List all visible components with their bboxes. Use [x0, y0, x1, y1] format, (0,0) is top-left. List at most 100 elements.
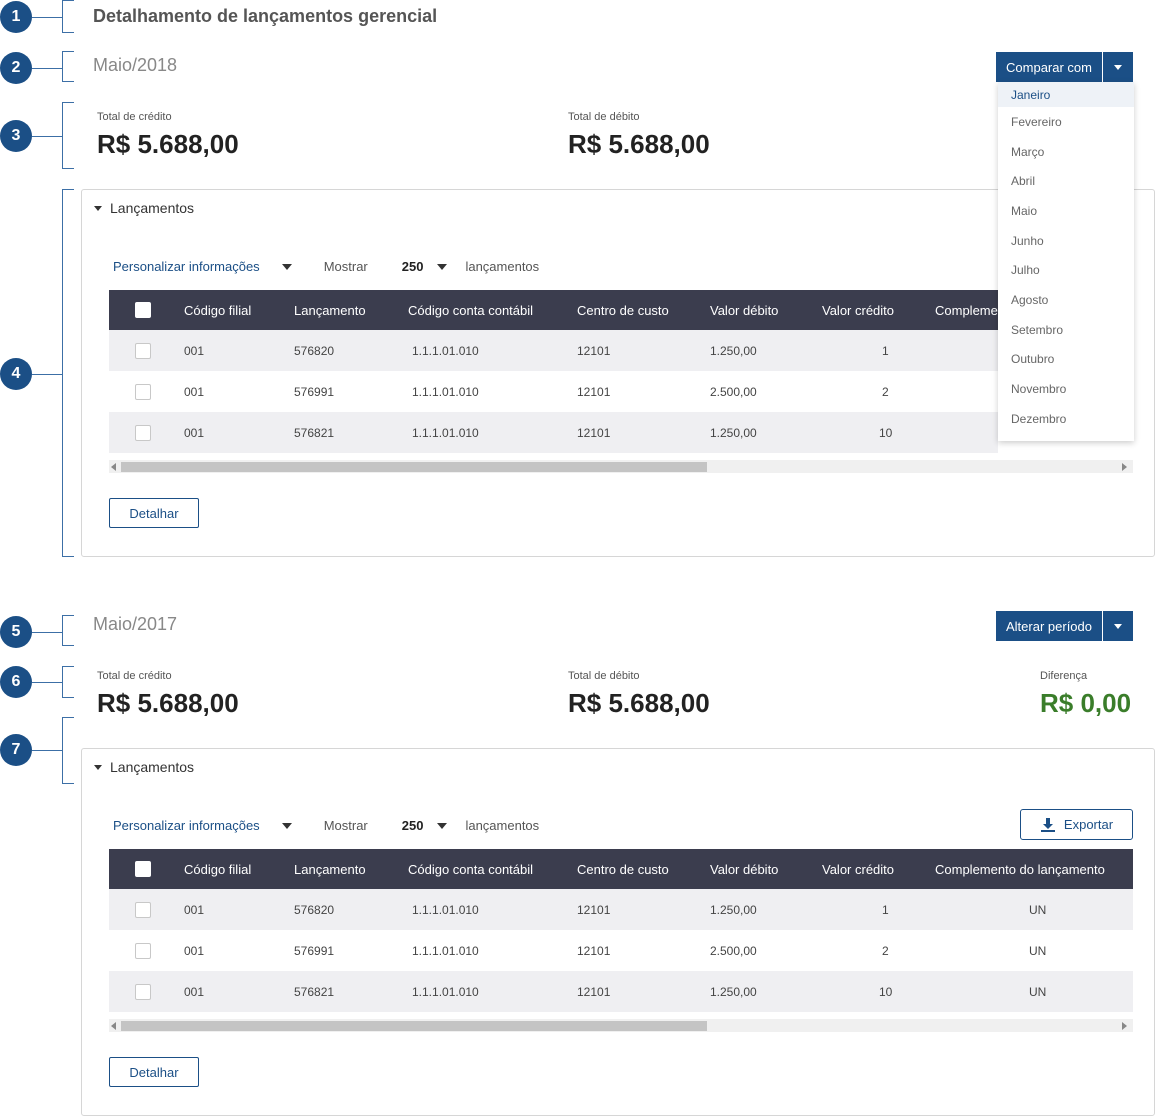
bracket-3: [62, 102, 74, 169]
horizontal-scrollbar-b[interactable]: [109, 1019, 1133, 1032]
export-button[interactable]: Exportar: [1020, 809, 1133, 840]
bracket-6: [62, 666, 74, 698]
change-period-button[interactable]: Alterar período: [996, 611, 1133, 641]
compare-with-label[interactable]: Comparar com: [996, 52, 1103, 82]
page-size-dropdown-icon[interactable]: [437, 822, 448, 829]
row-checkbox[interactable]: [135, 930, 151, 971]
period-dropdown-toggle[interactable]: [1103, 611, 1133, 641]
customize-dropdown-icon[interactable]: [281, 263, 292, 270]
difference-label: Diferença: [1040, 670, 1088, 682]
row-checkbox[interactable]: [135, 412, 151, 453]
entries-panel-a: Lançamentos Personalizar informações Mos…: [81, 189, 1155, 557]
month-option-junho[interactable]: Junho: [998, 226, 1134, 256]
show-label: Mostrar: [323, 818, 368, 833]
panel-header-b[interactable]: Lançamentos: [94, 759, 194, 775]
credit-label-b: Total de crédito: [97, 670, 172, 682]
table-row[interactable]: 001 576821 1.1.1.01.010 12101 1.250,00 1…: [109, 412, 998, 453]
bracket-line-2: [32, 68, 62, 69]
cell-conta: 1.1.1.01.010: [412, 902, 479, 917]
cell-complemento: UN: [1029, 943, 1047, 958]
month-option-agosto[interactable]: Agosto: [998, 285, 1134, 315]
col-complemento[interactable]: Compleme: [935, 290, 998, 330]
row-checkbox[interactable]: [135, 971, 151, 1012]
detail-button-b[interactable]: Detalhar: [109, 1057, 199, 1087]
month-option-marco[interactable]: Março: [998, 137, 1134, 167]
table-header: Código filial Lançamento Código conta co…: [109, 849, 1133, 889]
cell-debito: 1.250,00: [710, 343, 757, 358]
col-valor-credito[interactable]: Valor crédito: [822, 849, 894, 889]
table-row[interactable]: 001 576820 1.1.1.01.010 12101 1.250,00 1…: [109, 889, 1133, 930]
table-row[interactable]: 001 576820 1.1.1.01.010 12101 1.250,00 1: [109, 330, 998, 371]
cell-conta: 1.1.1.01.010: [412, 943, 479, 958]
horizontal-scrollbar-a[interactable]: [109, 460, 1133, 473]
customize-dropdown-icon[interactable]: [281, 822, 292, 829]
cell-filial: 001: [184, 902, 205, 917]
month-option-dezembro[interactable]: Dezembro: [998, 404, 1134, 434]
col-valor-credito[interactable]: Valor crédito: [822, 290, 894, 330]
download-icon: [1040, 817, 1055, 832]
scroll-right-icon[interactable]: [1122, 463, 1127, 471]
col-lancamento[interactable]: Lançamento: [294, 290, 366, 330]
scroll-left-icon[interactable]: [111, 463, 116, 471]
scroll-thumb[interactable]: [121, 1021, 707, 1031]
table-row[interactable]: 001 576821 1.1.1.01.010 12101 1.250,00 1…: [109, 971, 1133, 1012]
change-period-label[interactable]: Alterar período: [996, 611, 1103, 641]
page-size-select[interactable]: 250: [402, 259, 424, 274]
customize-info-link[interactable]: Personalizar informações: [113, 259, 260, 274]
detail-button-a[interactable]: Detalhar: [109, 498, 199, 528]
select-all-checkbox[interactable]: [135, 290, 151, 330]
month-option-fevereiro[interactable]: Fevereiro: [998, 107, 1134, 137]
col-lancamento[interactable]: Lançamento: [294, 849, 366, 889]
bracket-line-3: [32, 136, 62, 137]
debit-value-a: R$ 5.688,00: [568, 129, 710, 159]
col-centro-custo[interactable]: Centro de custo: [577, 290, 669, 330]
customize-info-link[interactable]: Personalizar informações: [113, 818, 260, 833]
month-dropdown: Janeiro Fevereiro Março Abril Maio Junho…: [998, 82, 1134, 441]
debit-value-b: R$ 5.688,00: [568, 688, 710, 718]
scroll-thumb[interactable]: [121, 462, 707, 472]
cell-filial: 001: [184, 343, 205, 358]
col-conta-contabil[interactable]: Código conta contábil: [408, 849, 533, 889]
month-option-janeiro[interactable]: Janeiro: [998, 82, 1134, 107]
month-option-outubro[interactable]: Outubro: [998, 345, 1134, 375]
row-checkbox[interactable]: [135, 330, 151, 371]
scroll-right-icon[interactable]: [1122, 1022, 1127, 1030]
bracket-line-7: [32, 750, 62, 751]
row-checkbox[interactable]: [135, 371, 151, 412]
cell-centro: 12101: [577, 984, 611, 999]
col-conta-contabil[interactable]: Código conta contábil: [408, 290, 533, 330]
col-codigo-filial[interactable]: Código filial: [184, 849, 251, 889]
caret-down-icon: [94, 205, 102, 211]
col-complemento[interactable]: Complemento do lançamento: [935, 849, 1105, 889]
col-codigo-filial[interactable]: Código filial: [184, 290, 251, 330]
entries-table-b: Código filial Lançamento Código conta co…: [109, 849, 1133, 1012]
page-size-select[interactable]: 250: [402, 818, 424, 833]
table-row[interactable]: 001 576991 1.1.1.01.010 12101 2.500,00 2…: [109, 930, 1133, 971]
col-valor-debito[interactable]: Valor débito: [710, 290, 778, 330]
month-option-maio[interactable]: Maio: [998, 196, 1134, 226]
panel-header-a[interactable]: Lançamentos: [94, 200, 194, 216]
table-row[interactable]: 001 576991 1.1.1.01.010 12101 2.500,00 2: [109, 371, 998, 412]
cell-lancamento: 576821: [294, 425, 335, 440]
scroll-left-icon[interactable]: [111, 1022, 116, 1030]
select-all-checkbox[interactable]: [135, 849, 151, 889]
show-label: Mostrar: [323, 259, 368, 274]
compare-with-button[interactable]: Comparar com: [996, 52, 1133, 82]
cell-filial: 001: [184, 943, 205, 958]
cell-conta: 1.1.1.01.010: [412, 984, 479, 999]
row-checkbox[interactable]: [135, 889, 151, 930]
cell-credito: 10: [879, 425, 893, 440]
col-valor-debito[interactable]: Valor débito: [710, 849, 778, 889]
show-suffix: lançamentos: [465, 259, 540, 274]
month-option-julho[interactable]: Julho: [998, 255, 1134, 285]
bracket-line-5: [32, 632, 62, 633]
month-option-novembro[interactable]: Novembro: [998, 374, 1134, 404]
cell-credito: 2: [882, 943, 889, 958]
page-title: Detalhamento de lançamentos gerencial: [93, 6, 438, 26]
cell-conta: 1.1.1.01.010: [412, 343, 479, 358]
col-centro-custo[interactable]: Centro de custo: [577, 849, 669, 889]
compare-dropdown-toggle[interactable]: [1103, 52, 1133, 82]
page-size-dropdown-icon[interactable]: [437, 263, 448, 270]
month-option-abril[interactable]: Abril: [998, 166, 1134, 196]
month-option-setembro[interactable]: Setembro: [998, 315, 1134, 345]
